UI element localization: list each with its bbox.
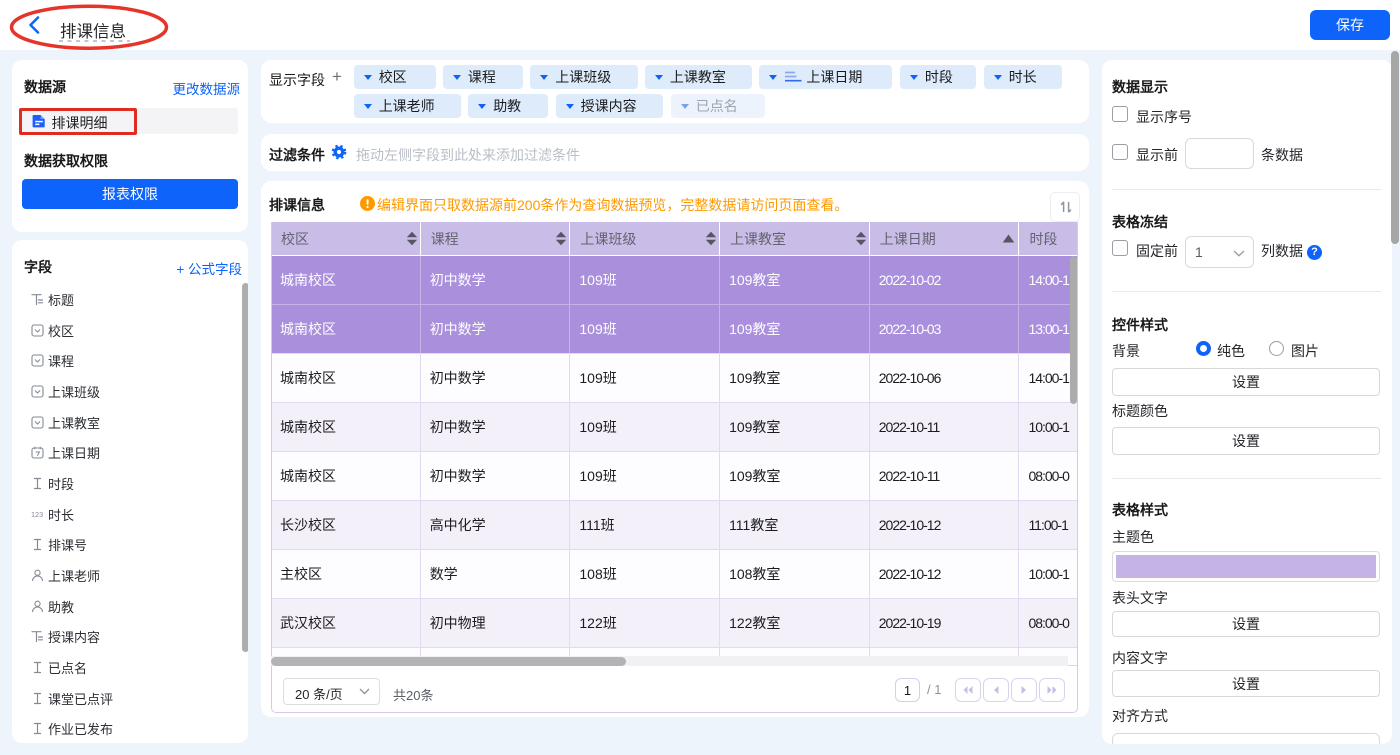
svg-text:123: 123 [31, 510, 43, 519]
